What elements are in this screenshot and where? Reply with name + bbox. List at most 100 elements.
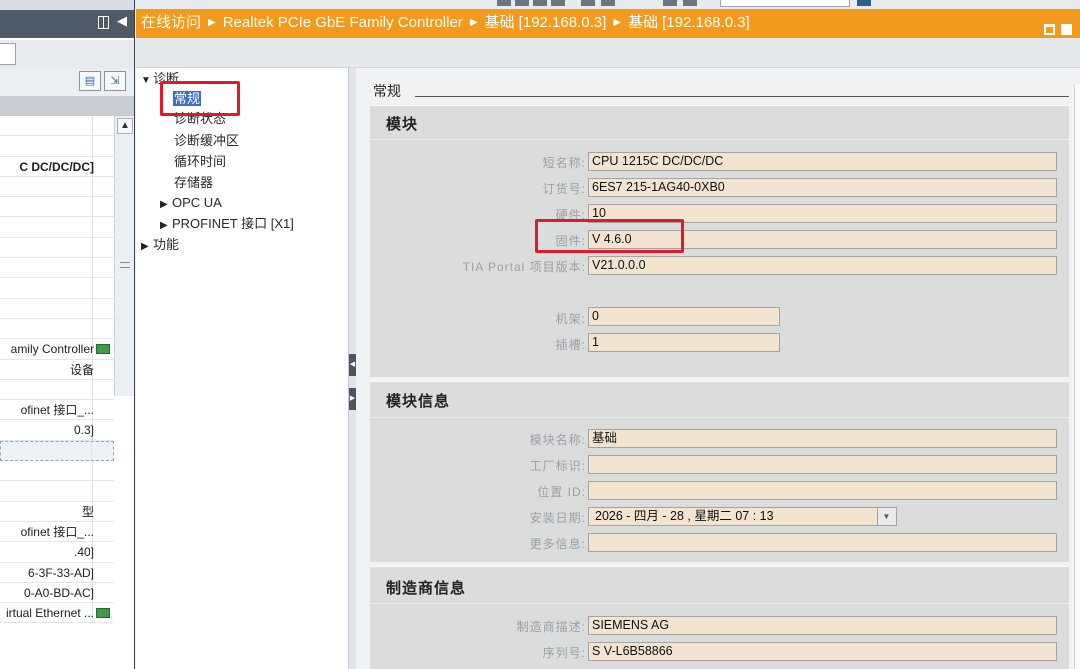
toolbar-search-field[interactable] (720, 0, 850, 7)
export-icon[interactable]: ⇲ (104, 71, 126, 91)
field-manufacturer-desc[interactable]: SIEMENS AG (588, 616, 1057, 635)
collapsed-arrow-icon[interactable]: ▶ (160, 218, 172, 234)
nav-functions[interactable]: ▶ 功能 (141, 237, 179, 255)
field-short-name[interactable]: CPU 1215C DC/DC/DC (588, 152, 1057, 171)
field-module-name[interactable]: 基础 (588, 429, 1057, 448)
toolbar-icon[interactable] (551, 0, 565, 6)
collapse-nav-icon[interactable]: ◀ (349, 354, 356, 376)
breadcrumb-adapter[interactable]: Realtek PCIe GbE Family Controller (223, 14, 463, 31)
label-module-name: 模块名称: (529, 433, 586, 447)
tree-row[interactable] (0, 481, 114, 502)
search-go-icon[interactable] (857, 0, 871, 6)
tree-row-cell-divider (92, 481, 93, 501)
tree-row[interactable] (0, 237, 114, 259)
field-more-info[interactable] (588, 533, 1057, 552)
nav-diag-buffer[interactable]: 诊断缓冲区 (174, 133, 239, 149)
tree-row[interactable] (0, 197, 114, 218)
collapsed-arrow-icon[interactable]: ▶ (160, 197, 172, 213)
expand-nav-icon[interactable]: ▶ (349, 388, 356, 410)
breadcrumb-device[interactable]: 基础 [192.168.0.3] (485, 14, 607, 31)
tree-row[interactable] (0, 318, 114, 340)
tree-row[interactable] (0, 379, 114, 401)
tree-row[interactable] (0, 116, 114, 137)
label-install-date: 安装日期: (529, 511, 586, 525)
left-top-strip (0, 0, 134, 10)
tree-row[interactable]: .40] (0, 542, 114, 563)
tree-row[interactable]: 0.3] (0, 420, 114, 441)
tree-row-cell-divider (92, 318, 93, 339)
section-header-rule (415, 96, 1069, 97)
group-title-module-info: 模块信息 (386, 393, 451, 410)
tree-row[interactable]: 设备 (0, 359, 114, 380)
tree-row-label: amily Controller (10, 342, 94, 357)
panel-splitter[interactable]: ◀ ▶ (348, 68, 356, 669)
field-install-date[interactable]: 2026 - 四月 - 28 , 星期二 07 : 13 ▼ (588, 507, 897, 526)
toolbar-icon[interactable] (497, 0, 511, 6)
tree-row[interactable] (0, 278, 114, 299)
nav-profinet[interactable]: ▶ PROFINET 接口 [X1] (160, 216, 294, 234)
table-view-icon[interactable]: ▤ (79, 71, 101, 91)
section-title: 常规 (373, 81, 411, 101)
label-more-info: 更多信息: (529, 537, 586, 551)
tree-row[interactable] (0, 136, 114, 157)
left-scrollbar[interactable]: ▲ (114, 116, 134, 396)
toolbar-icon[interactable] (601, 0, 615, 6)
tree-row[interactable] (0, 461, 114, 482)
field-location-id[interactable] (588, 481, 1057, 500)
toolbar-icon[interactable] (663, 0, 677, 6)
tree-row[interactable] (0, 217, 114, 238)
tree-row[interactable]: ofinet 接口_... (0, 521, 114, 543)
group-divider (370, 603, 1069, 604)
tree-row[interactable] (0, 440, 114, 462)
nav-opc-ua[interactable]: ▶ OPC UA (160, 195, 222, 213)
toolbar-icon[interactable] (581, 0, 595, 6)
scroll-grip[interactable] (120, 262, 130, 268)
tree-row-cell-divider (92, 298, 93, 318)
field-plant-designation[interactable] (588, 455, 1057, 474)
label-rack: 机架: (555, 312, 586, 326)
tree-row-label: ofinet 接口_... (20, 524, 94, 539)
field-rack[interactable]: 0 (588, 307, 780, 326)
toolbar-icon[interactable] (533, 0, 547, 6)
label-slot: 插槽: (555, 338, 586, 352)
left-toolbar: ▤ ⇲ (0, 68, 134, 96)
toolbar-icon[interactable] (683, 0, 697, 6)
nav-cycle-time[interactable]: 循环时间 (174, 154, 226, 170)
tree-row[interactable]: 0-A0-BD-AC] (0, 582, 114, 604)
property-navigation-tree: ▼ 诊断 常规 诊断状态 诊断缓冲区 循环时间 存储器 ▶ OPC UA ▶ PROF… (136, 68, 348, 669)
breadcrumb: 在线访问 ▶ Realtek PCIe GbE Family Controller ▶… (141, 9, 750, 37)
breadcrumb-online-access[interactable]: 在线访问 (141, 14, 201, 31)
collapsed-arrow-icon[interactable]: ▶ (141, 239, 153, 255)
group-title-manufacturer: 制造商信息 (386, 580, 467, 597)
tree-row[interactable] (0, 258, 114, 279)
nav-memory[interactable]: 存储器 (174, 175, 213, 191)
content-scrollbar[interactable] (1074, 84, 1080, 669)
tree-row[interactable]: 型 (0, 501, 114, 522)
field-order-no[interactable]: 6ES7 215-1AG40-0XB0 (588, 178, 1057, 197)
tree-row-label: 0-A0-BD-AC] (23, 585, 94, 600)
field-slot[interactable]: 1 (588, 333, 780, 352)
label-manufacturer-desc: 制造商描述: (516, 620, 586, 634)
pin-icon[interactable] (98, 16, 109, 29)
tree-row[interactable] (0, 176, 114, 198)
dropdown-arrow-icon[interactable]: ▼ (877, 508, 895, 525)
left-column-header (0, 96, 134, 116)
restore-icon[interactable] (1044, 24, 1055, 35)
field-serial-number[interactable]: S V-L6B58866 (588, 642, 1057, 661)
tree-row[interactable]: 6-3F-33-AD] (0, 562, 114, 583)
tree-row[interactable]: C DC/DC/DC] (0, 156, 114, 177)
toolbar-icon[interactable] (515, 0, 529, 6)
field-tia-portal-version[interactable]: V21.0.0.0 (588, 256, 1057, 275)
tree-row[interactable]: irtual Ethernet ... (0, 603, 114, 624)
left-filter-field[interactable] (0, 43, 16, 65)
label-serial-number: 序列号: (542, 646, 586, 660)
tree-row[interactable]: ofinet 接口_... (0, 400, 114, 421)
breadcrumb-module[interactable]: 基础 [192.168.0.3] (628, 14, 750, 31)
expanded-arrow-icon[interactable]: ▼ (141, 73, 153, 89)
project-tree-header: ◀ (0, 10, 134, 38)
scroll-up-icon[interactable]: ▲ (117, 118, 133, 134)
tree-row[interactable]: amily Controller (0, 339, 114, 360)
maximize-icon[interactable] (1061, 24, 1072, 35)
collapse-left-icon[interactable]: ◀ (117, 13, 127, 29)
tree-row[interactable] (0, 298, 114, 319)
